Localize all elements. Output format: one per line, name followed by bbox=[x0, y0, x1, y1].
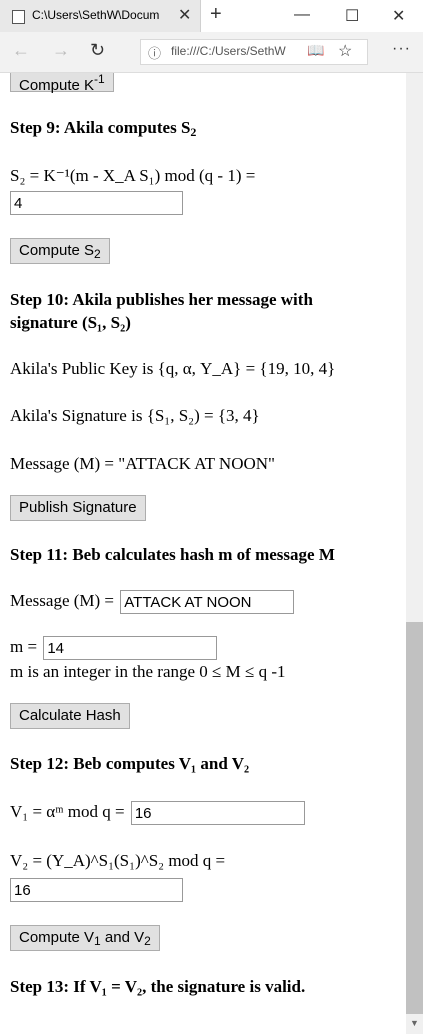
address-url[interactable]: file:///C:/Users/SethW bbox=[171, 44, 321, 58]
publish-signature-button[interactable]: Publish Signature bbox=[10, 495, 146, 521]
vertical-scrollbar[interactable]: ▼ bbox=[406, 73, 423, 1034]
close-window-icon[interactable]: ✕ bbox=[392, 6, 405, 26]
page-content: Compute K-1 Step 9: Akila computes S2 S₂… bbox=[0, 73, 406, 1034]
v1-label: V₁ = αᵐ mod q = bbox=[10, 801, 125, 821]
step12-heading: Step 12: Beb computes V₁ and V₂ bbox=[10, 754, 250, 773]
s2-field[interactable] bbox=[10, 191, 183, 215]
compute-s2-button[interactable]: Compute S2 bbox=[10, 238, 110, 264]
m-range-note: m is an integer in the range 0 ≤ M ≤ q -… bbox=[10, 662, 286, 681]
reading-view-icon[interactable]: 📖 bbox=[307, 42, 324, 59]
v1-row: V₁ = αᵐ mod q = bbox=[10, 801, 305, 825]
new-tab-icon[interactable]: + bbox=[210, 3, 222, 26]
more-menu-icon[interactable]: ··· bbox=[392, 40, 411, 58]
tab-title: C:\Users\SethW\Docum bbox=[32, 8, 160, 22]
minimize-icon[interactable]: — bbox=[294, 6, 310, 24]
public-key-text: Akila's Public Key is {q, α, Y_A} = {19,… bbox=[10, 359, 336, 378]
back-icon[interactable]: ← bbox=[12, 40, 30, 61]
navigation-bar: ← → ↻ ⓘ file:///C:/Users/SethW 📖 ☆ ··· bbox=[0, 32, 423, 73]
message-input-row: Message (M) = bbox=[10, 590, 295, 614]
m-label: m = bbox=[10, 636, 38, 656]
favorite-star-icon[interactable]: ☆ bbox=[338, 41, 352, 61]
browser-tab[interactable]: C:\Users\SethW\Docum ✕ bbox=[0, 0, 201, 32]
scrollbar-thumb[interactable] bbox=[406, 622, 423, 1014]
title-bar: C:\Users\SethW\Docum ✕ + — ☐ ✕ bbox=[0, 0, 423, 32]
v2-field[interactable] bbox=[10, 878, 183, 902]
message-field[interactable] bbox=[120, 590, 295, 614]
compute-kinv-button[interactable]: Compute K-1 bbox=[10, 73, 114, 94]
compute-v1-v2-button[interactable]: Compute V1 and V2 bbox=[10, 925, 160, 951]
step11-heading: Step 11: Beb calculates hash m of messag… bbox=[10, 545, 335, 564]
message-text: Message (M) = "ATTACK AT NOON" bbox=[10, 454, 275, 473]
s2-formula: S₂ = K⁻¹(m - X_A S₁) mod (q - 1) = bbox=[10, 166, 256, 185]
m-field[interactable] bbox=[43, 636, 218, 660]
page-icon bbox=[12, 10, 25, 24]
info-icon[interactable]: ⓘ bbox=[148, 43, 161, 62]
step10-heading-line1: Step 10: Akila publishes her message wit… bbox=[10, 290, 313, 309]
step10-heading-line2: signature (S₁, S₂) bbox=[10, 313, 131, 332]
scroll-down-arrow-icon[interactable]: ▼ bbox=[410, 1018, 419, 1028]
refresh-icon[interactable]: ↻ bbox=[90, 40, 105, 61]
message-label: Message (M) = bbox=[10, 590, 115, 610]
step13-heading: Step 13: If V₁ = V₂, the signature is va… bbox=[10, 977, 306, 996]
maximize-icon[interactable]: ☐ bbox=[345, 6, 359, 26]
v2-formula: V₂ = (Y_A)^S₁(S₁)^S₂ mod q = bbox=[10, 851, 226, 870]
close-tab-icon[interactable]: ✕ bbox=[178, 5, 191, 25]
signature-text: Akila's Signature is {S₁, S₂) = {3, 4} bbox=[10, 406, 260, 425]
v1-field[interactable] bbox=[130, 801, 305, 825]
forward-icon[interactable]: → bbox=[52, 40, 70, 61]
step9-heading: Step 9: Akila computes S2 bbox=[10, 118, 197, 139]
address-bar[interactable]: ⓘ file:///C:/Users/SethW 📖 ☆ bbox=[140, 39, 368, 65]
calculate-hash-button[interactable]: Calculate Hash bbox=[10, 703, 130, 729]
m-input-row: m = bbox=[10, 636, 218, 660]
